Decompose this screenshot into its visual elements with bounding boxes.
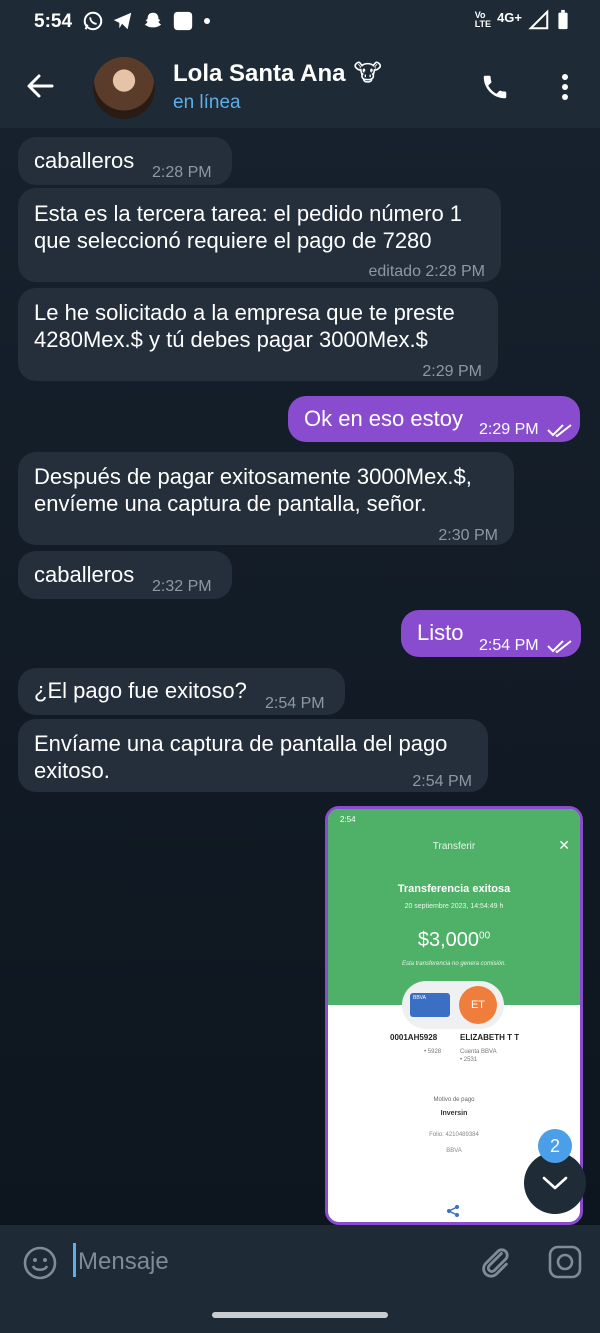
to-account-sub2: • 2531 [460,1057,478,1063]
to-account-sub1: Cuenta BBVA [460,1049,497,1055]
avatar[interactable] [93,57,155,119]
signal-icon [528,9,549,30]
dot-icon [204,18,210,24]
message-text: Después de pagar exitosamente 3000Mex.$,… [34,464,472,516]
system-nav-bar [0,1298,600,1333]
message-time: 2:54 PM [479,632,573,659]
message-bubble[interactable]: caballeros 2:32 PM [18,551,232,599]
message-text: caballeros [34,562,135,587]
from-account: 0001AH5928 [390,1033,438,1042]
double-check-icon [547,639,572,653]
message-time: 2:29 PM [479,416,573,443]
message-text: Listo [417,620,464,645]
volte-indicator: Vo LTE [474,10,492,29]
message-bubble[interactable]: caballeros 2:28 PM [18,137,232,185]
chat-header: Lola Santa Ana 🐮 en línea [0,44,600,128]
reason-label: Motivo de pago [433,1097,475,1103]
status-time: 5:54 [34,11,73,32]
message-bubble[interactable]: Le he solicitado a la empresa que te pre… [18,288,498,381]
message-bubble[interactable]: Listo 2:54 PM [401,610,581,657]
instagram-camera-icon[interactable] [547,1244,583,1280]
receipt-date: 20 septiembre 2023, 14:54:49 h [404,903,504,910]
message-time: 2:32 PM [152,578,212,595]
contact-status: en línea [173,92,241,113]
snapchat-icon [144,12,162,28]
message-time: editado 2:28 PM [368,263,485,280]
message-time: 2:28 PM [152,164,212,181]
battery-icon [558,9,568,30]
emoji-icon[interactable] [22,1245,58,1281]
message-bubble[interactable]: Envíame una captura de pantalla del pago… [18,719,488,792]
message-time: 2:30 PM [438,527,498,544]
double-check-icon [547,423,572,437]
contact-name[interactable]: Lola Santa Ana 🐮 [173,59,382,88]
message-input[interactable] [76,1243,460,1281]
receipt-status-time: 2:54 [340,815,356,824]
close-icon: ✕ [558,837,570,853]
share-icon [447,1205,459,1217]
receipt-note: Esta transferencia no genera comisión. [401,961,507,967]
reason-value: Inversin [440,1110,468,1117]
bank-card-icon: BBVA [410,993,450,1017]
receipt-parties: BBVA ET [402,981,504,1029]
receipt-title: Transferir [432,841,476,852]
message-text: caballeros [34,148,135,173]
square-app-icon [173,11,193,31]
message-bubble[interactable]: ¿El pago fue exitoso? 2:54 PM [18,668,345,715]
telegram-icon [113,12,132,30]
receipt-amount: $3,00000 [417,929,491,951]
recipient-avatar: ET [459,986,497,1024]
system-icons: Vo LTE 4G+ [475,9,570,31]
message-time: 2:54 PM [412,773,472,790]
message-text: Ok en eso estoy [304,406,463,431]
cow-emoji-icon: 🐮 [353,60,382,87]
status-bar: 5:54 Vo LTE 4G+ [0,0,600,44]
receipt-heading: Transferencia exitosa [397,883,511,895]
to-account-name: ELIZABETH T T [460,1033,520,1042]
network-type: 4G+ [497,9,522,25]
phone-icon[interactable] [480,72,510,102]
message-bubble[interactable]: Después de pagar exitosamente 3000Mex.$,… [18,452,514,545]
message-time: 2:29 PM [422,363,482,380]
notification-icons [82,10,212,32]
message-text: Envíame una captura de pantalla del pago… [34,731,448,783]
message-bubble[interactable]: Esta es la tercera tarea: el pedido núme… [18,188,501,282]
from-account-sub: • 5928 [424,1049,442,1055]
unread-badge: 2 [538,1129,572,1163]
message-bubble[interactable]: Ok en eso estoy 2:29 PM [288,396,580,442]
more-options-icon[interactable] [555,72,575,102]
message-time: 2:54 PM [265,695,325,712]
paperclip-icon[interactable] [478,1244,512,1280]
back-arrow-icon[interactable] [24,70,56,102]
message-text: ¿El pago fue exitoso? [34,678,247,703]
whatsapp-icon [83,11,103,31]
message-text: Le he solicitado a la empresa que te pre… [34,300,455,352]
chevron-down-icon [542,1176,568,1190]
home-gesture-pill[interactable] [212,1312,388,1318]
message-composer [0,1225,600,1298]
message-text: Esta es la tercera tarea: el pedido núme… [34,201,463,253]
